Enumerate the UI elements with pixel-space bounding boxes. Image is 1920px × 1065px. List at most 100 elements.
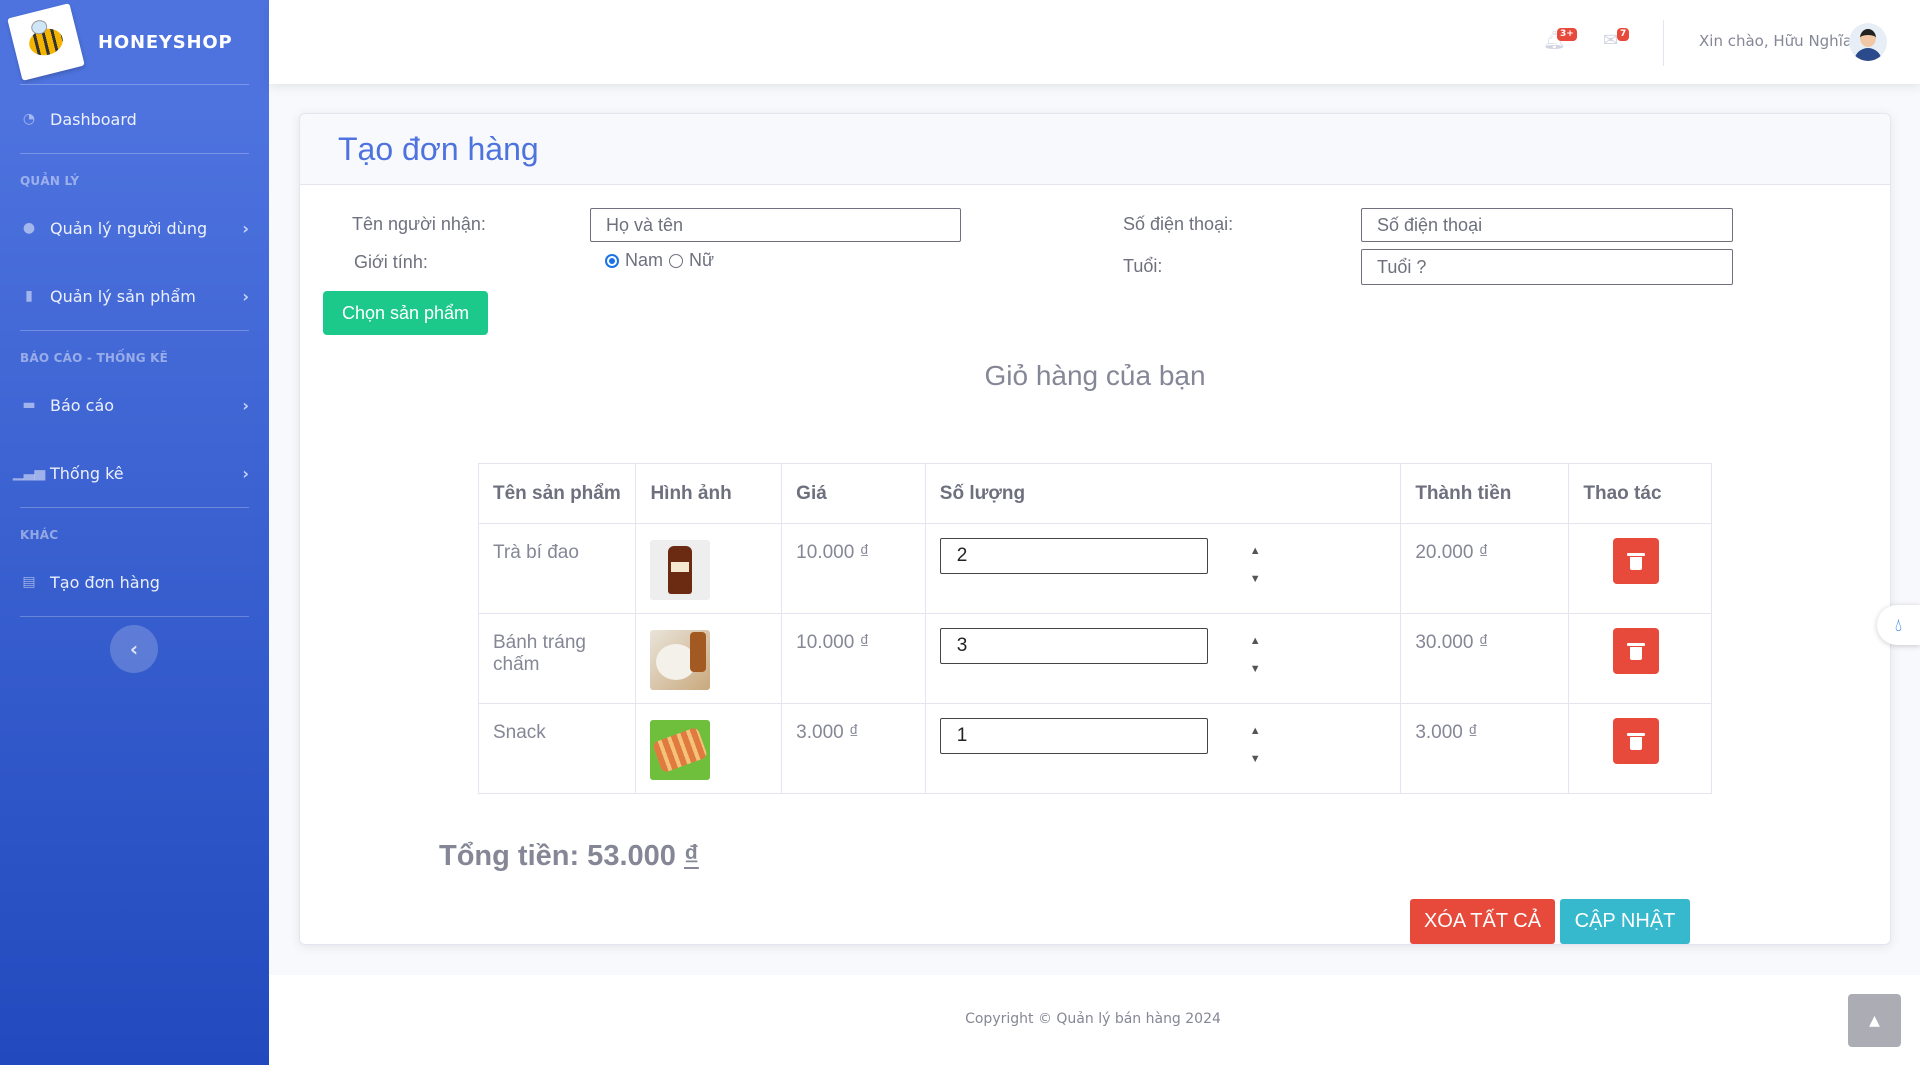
sidebar-item-statistics[interactable]: ▁▃▅ Thống kê › <box>0 439 269 507</box>
product-subtotal: 20.000 ₫ <box>1400 523 1570 614</box>
product-name: Snack <box>477 703 637 794</box>
chevron-right-icon: › <box>242 218 249 238</box>
product-subtotal: 3.000 ₫ <box>1400 703 1570 794</box>
user-icon: ● <box>22 220 36 236</box>
quantity-cell: 1 ▲ ▼ <box>924 703 1402 794</box>
quantity-cell: 3 ▲ ▼ <box>924 613 1402 704</box>
order-total: Tổng tiền: 53.000 ₫ <box>439 840 699 873</box>
messages-badge: 7 <box>1617 28 1630 41</box>
water-drop-icon: 💧︎ <box>1894 614 1903 636</box>
arrow-up-icon[interactable]: ▲ <box>1250 724 1261 752</box>
copyright-text: Copyright © Quản lý bán hàng 2024 <box>965 1011 1221 1027</box>
action-cell <box>1568 523 1712 614</box>
phone-input[interactable]: Số điện thoại <box>1361 208 1733 242</box>
currency-symbol: ₫ <box>683 840 699 872</box>
recipient-label: Tên người nhận: <box>352 214 486 234</box>
quantity-stepper[interactable]: ▲ ▼ <box>1250 634 1261 690</box>
product-subtotal: 30.000 ₫ <box>1400 613 1570 704</box>
sidebar-toggle-button[interactable]: ‹ <box>110 625 158 673</box>
gender-female-radio[interactable] <box>669 253 684 268</box>
sidebar-item-label: Quản lý sản phẩm <box>50 286 196 306</box>
trash-icon <box>1627 642 1646 660</box>
column-header: Thành tiền <box>1400 463 1570 524</box>
product-image <box>650 630 711 690</box>
sidebar-heading: KHÁC <box>20 528 59 542</box>
chart-icon: ▁▃▅ <box>12 465 46 481</box>
table-header-row: Tên sản phẩm Hình ảnh Giá Số lượng Thành… <box>477 463 1712 524</box>
column-header: Thao tác <box>1568 463 1712 524</box>
product-price: 10.000 ₫ <box>781 523 926 614</box>
arrow-up-icon[interactable]: ▲ <box>1250 634 1261 662</box>
messages-button[interactable]: ✉ 7 <box>1603 26 1633 56</box>
page-title: Tạo đơn hàng <box>338 130 539 167</box>
sidebar-item-label: Thống kê <box>50 463 124 483</box>
delete-item-button[interactable] <box>1613 718 1660 764</box>
sidebar-item-reports[interactable]: ▬ Báo cáo › <box>0 371 269 439</box>
gender-female-label: Nữ <box>689 250 715 270</box>
quantity-stepper[interactable]: ▲ ▼ <box>1250 544 1261 600</box>
product-image-cell <box>635 703 783 794</box>
sidebar-item-products[interactable]: ▮ Quản lý sản phẩm › <box>0 262 269 330</box>
floating-widget-button[interactable]: 💧︎ <box>1877 605 1920 645</box>
product-name: Trà bí đao <box>477 523 637 614</box>
table-row: Trà bí đao 10.000 ₫ 2 ▲ ▼ 20.000 ₫ <box>477 523 1712 614</box>
product-image <box>650 540 711 600</box>
product-name: Bánh tráng chấm <box>477 613 637 704</box>
alerts-badge: 3+ <box>1557 28 1577 41</box>
sidebar-item-create-order[interactable]: ▤ Tạo đơn hàng <box>0 548 269 616</box>
sidebar-item-label: Tạo đơn hàng <box>50 572 160 592</box>
topbar-divider <box>1663 20 1664 66</box>
column-header: Giá <box>781 463 926 524</box>
trash-icon <box>1627 732 1646 750</box>
arrow-up-icon[interactable]: ▲ <box>1250 544 1261 572</box>
sidebar-item-dashboard[interactable]: ◔ Dashboard <box>0 85 269 153</box>
order-total-label: Tổng tiền: 53.000 <box>439 840 676 872</box>
quantity-cell: 2 ▲ ▼ <box>924 523 1402 614</box>
action-cell <box>1568 613 1712 704</box>
sidebar-item-label: Quản lý người dùng <box>50 218 208 238</box>
user-greeting[interactable]: Xin chào, Hữu Nghĩa <box>1699 32 1852 50</box>
quantity-input[interactable]: 3 <box>939 628 1208 664</box>
delete-item-button[interactable] <box>1613 628 1660 674</box>
chevron-right-icon: › <box>242 463 249 483</box>
product-image-cell <box>635 613 783 704</box>
delete-item-button[interactable] <box>1613 538 1660 584</box>
clear-all-button[interactable]: XÓA TẤT CẢ <box>1410 899 1555 944</box>
table-row: Snack 3.000 ₫ 1 ▲ ▼ 3.000 ₫ <box>477 703 1712 794</box>
honeyshop-logo <box>7 3 85 81</box>
choose-product-button[interactable]: Chọn sản phẩm <box>323 291 488 335</box>
arrow-down-icon[interactable]: ▼ <box>1250 662 1261 690</box>
folder-icon: ▬ <box>22 397 36 413</box>
update-button[interactable]: CẬP NHẬT <box>1560 899 1690 944</box>
sidebar-heading: QUẢN LÝ <box>20 174 80 188</box>
gender-male-label: Nam <box>625 250 664 270</box>
alerts-button[interactable]: 🔔︎ 3+ <box>1543 26 1577 56</box>
bookmark-icon: ▮ <box>25 288 33 304</box>
card-header: Tạo đơn hàng <box>300 114 1890 185</box>
cart-title: Giỏ hàng của bạn <box>984 360 1206 391</box>
sidebar: HONEYSHOP ◔ Dashboard QUẢN LÝ ● Quản lý … <box>0 0 269 1065</box>
trash-icon <box>1627 552 1646 570</box>
column-header: Số lượng <box>924 463 1402 524</box>
brand[interactable]: HONEYSHOP <box>0 0 269 84</box>
cart-table: Tên sản phẩm Hình ảnh Giá Số lượng Thành… <box>477 463 1712 794</box>
quantity-stepper[interactable]: ▲ ▼ <box>1250 724 1261 780</box>
table-row: Bánh tráng chấm 10.000 ₫ 3 ▲ ▼ 30.000 ₫ <box>477 613 1712 704</box>
arrow-down-icon[interactable]: ▼ <box>1250 752 1261 780</box>
column-header: Hình ảnh <box>635 463 783 524</box>
avatar[interactable] <box>1849 23 1887 61</box>
sidebar-item-label: Báo cáo <box>50 395 115 415</box>
age-input[interactable]: Tuổi ? <box>1361 249 1733 285</box>
sidebar-item-users[interactable]: ● Quản lý người dùng › <box>0 194 269 262</box>
gender-male-radio[interactable] <box>605 253 619 268</box>
gender-radio-group: Nam Nữ <box>605 250 718 271</box>
product-image-cell <box>635 523 783 614</box>
recipient-name-input[interactable]: Họ và tên <box>590 208 961 242</box>
product-image <box>650 720 711 780</box>
quantity-input[interactable]: 2 <box>939 538 1208 574</box>
topbar: 🔔︎ 3+ ✉ 7 Xin chào, Hữu Nghĩa <box>269 0 1920 84</box>
scroll-to-top-button[interactable]: ▲ <box>1848 994 1901 1047</box>
arrow-down-icon[interactable]: ▼ <box>1250 572 1261 600</box>
sidebar-item-label: Dashboard <box>50 109 137 129</box>
quantity-input[interactable]: 1 <box>939 718 1208 754</box>
